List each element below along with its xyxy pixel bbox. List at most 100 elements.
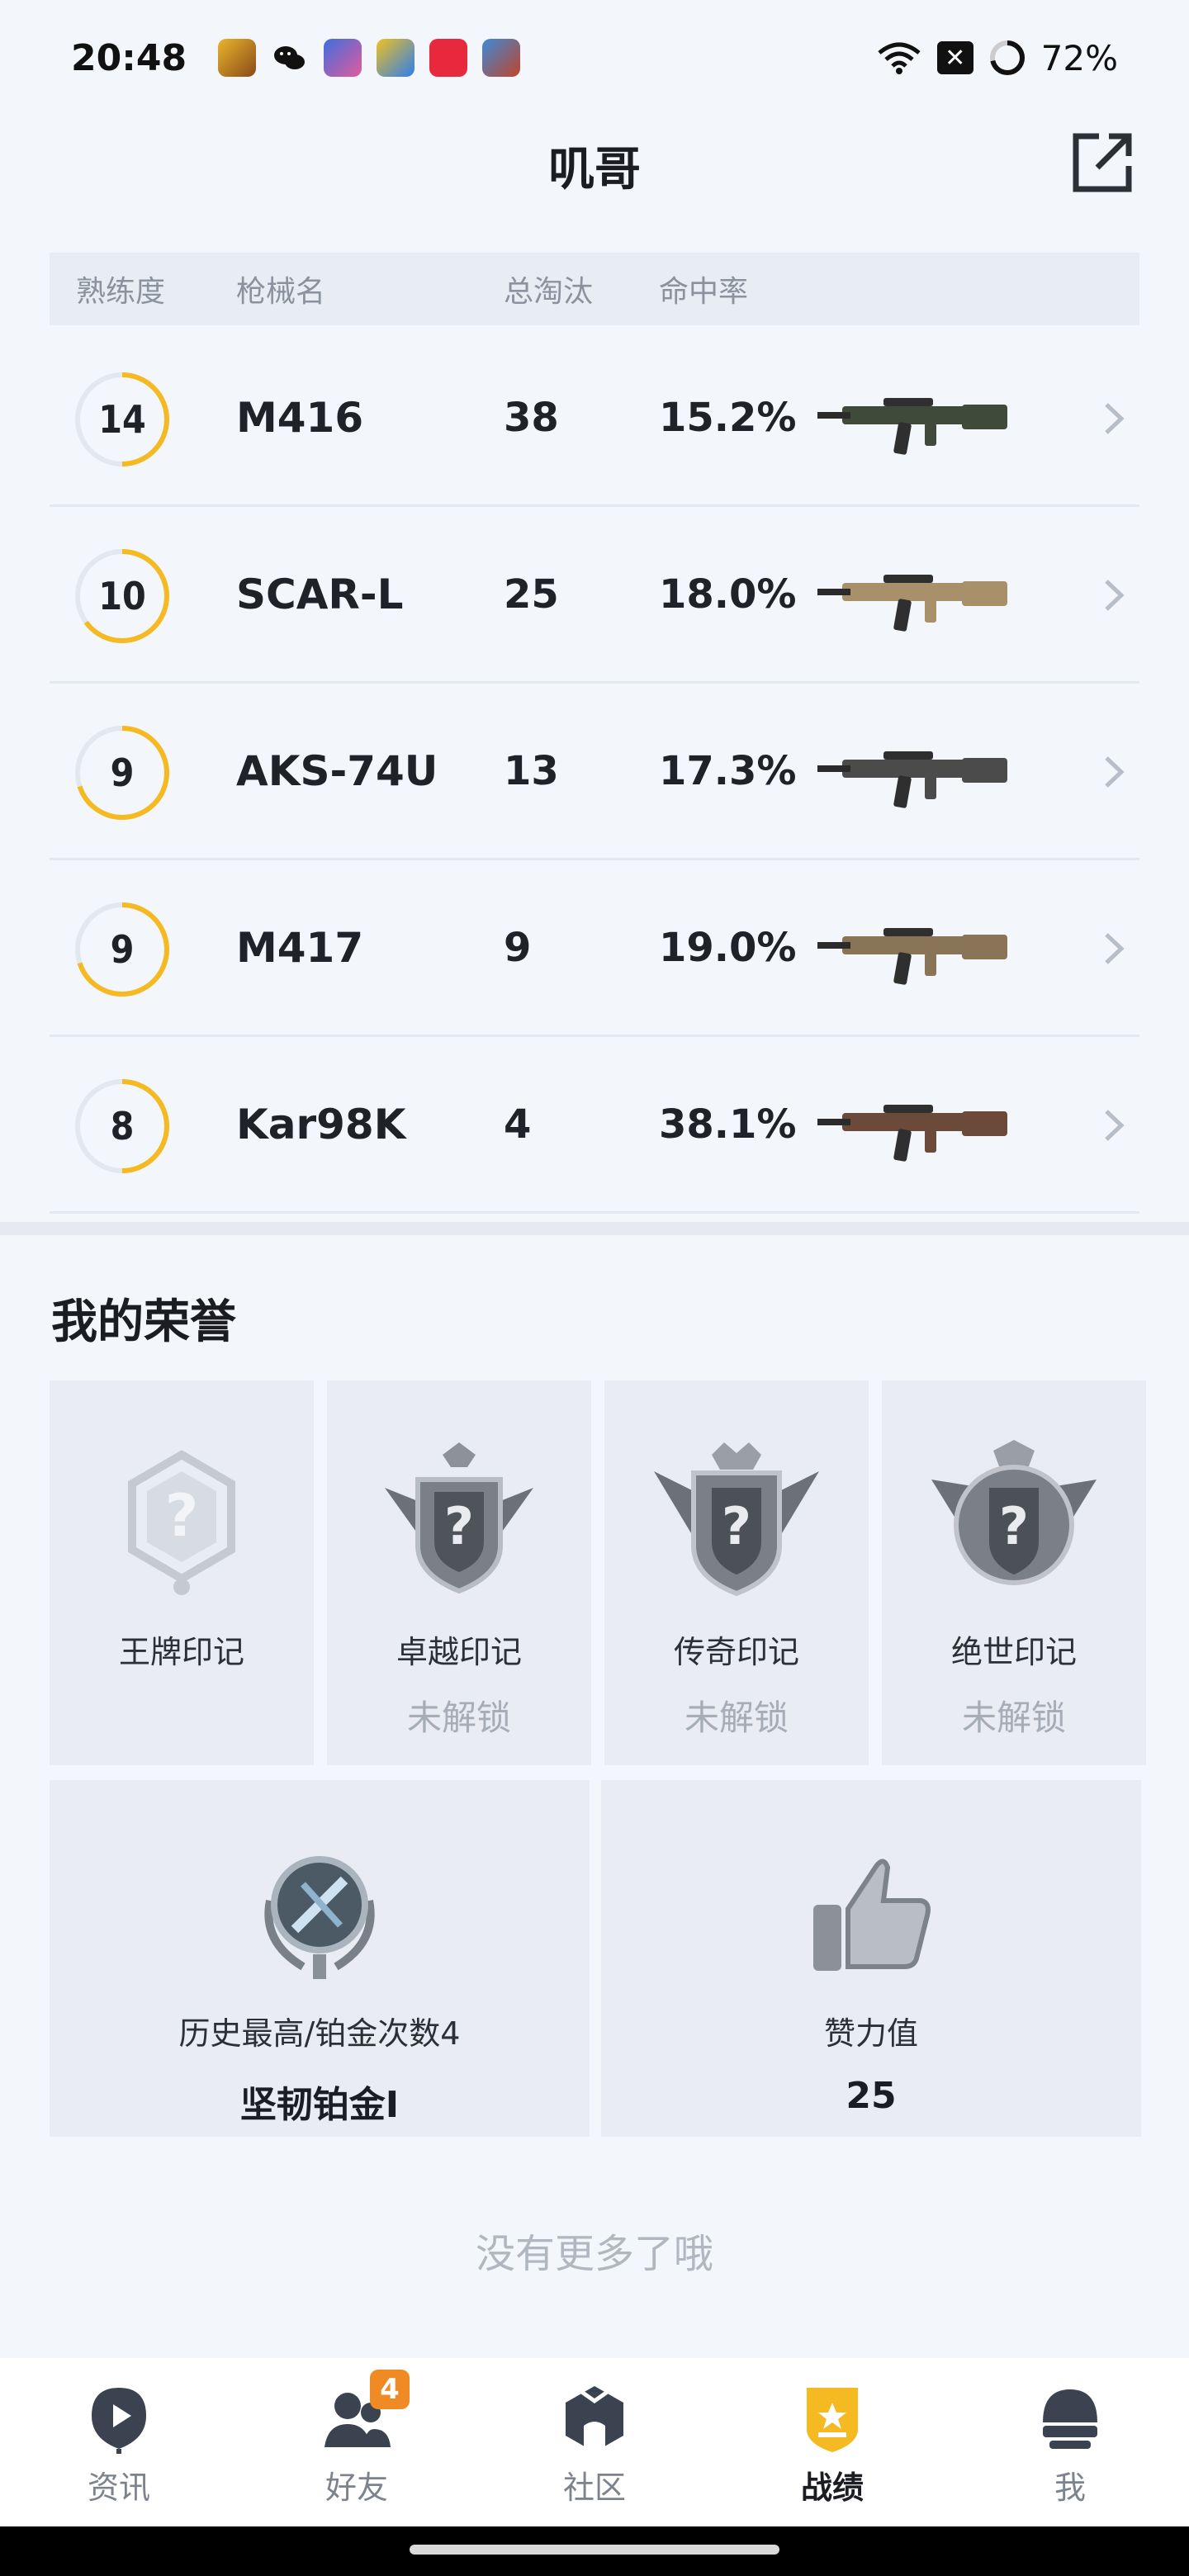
- svg-text:?: ?: [165, 1482, 199, 1550]
- weapon-name: Kar98K: [236, 1100, 406, 1148]
- seal-card-ace[interactable]: ? 王牌印记: [50, 1380, 314, 1765]
- supreme-seal-icon: ?: [931, 1440, 1097, 1585]
- nav-label: 战绩: [800, 2469, 864, 2506]
- weapon-name: AKS-74U: [236, 746, 438, 795]
- profile-helmet-icon: [1043, 2389, 1097, 2449]
- status-right: ✕ 72%: [876, 38, 1118, 78]
- share-button[interactable]: [1067, 127, 1138, 198]
- chevron-right-icon: [1105, 756, 1125, 788]
- music-app-icon: [429, 39, 468, 77]
- game-app-icon-2: [324, 39, 362, 77]
- chevron-right-icon: [1105, 580, 1125, 611]
- stats-icon: [807, 2388, 858, 2452]
- weapon-name: SCAR-L: [236, 570, 404, 618]
- weapon-accuracy: 17.3%: [659, 747, 797, 794]
- likes-value: 25: [846, 2075, 897, 2117]
- seal-card-excellence[interactable]: ? 卓越印记 未解锁: [327, 1380, 591, 1765]
- likes-card[interactable]: 赞力值 25: [601, 1780, 1141, 2137]
- rank-card[interactable]: 历史最高/铂金次数4 坚韧铂金I: [50, 1780, 590, 2137]
- weapon-image: [817, 398, 1007, 455]
- nav-label: 社区: [562, 2469, 626, 2506]
- weapon-row[interactable]: 14 M416 38 15.2%: [50, 330, 1139, 507]
- notification-icons: [218, 39, 521, 77]
- legend-seal-icon: ?: [654, 1442, 819, 1597]
- excellence-seal-icon: ?: [385, 1442, 533, 1594]
- weapon-accuracy: 38.1%: [659, 1101, 797, 1148]
- section-divider: [0, 1222, 1189, 1235]
- rank-label: 历史最高/铂金次数4: [178, 2015, 461, 2052]
- community-icon: [566, 2386, 623, 2452]
- nav-item-profile[interactable]: 我: [951, 2358, 1189, 2526]
- proficiency-level: 14: [98, 397, 146, 442]
- weapon-accuracy: 19.0%: [659, 924, 797, 971]
- nav-item-friends[interactable]: 4 好友: [238, 2358, 476, 2526]
- svg-text:?: ?: [722, 1496, 751, 1556]
- weapon-kills: 38: [504, 394, 559, 441]
- platinum-rank-icon: [264, 1856, 375, 1979]
- seal-status: 未解锁: [684, 1698, 789, 1738]
- weapon-kills: 4: [504, 1101, 532, 1148]
- weapon-image: [817, 928, 1007, 985]
- ace-seal-icon: ?: [128, 1450, 235, 1595]
- status-bar: 20:48 ✕ 72%: [0, 0, 1189, 116]
- proficiency-level: 10: [98, 574, 146, 618]
- seal-card-supreme[interactable]: ? 绝世印记 未解锁: [882, 1380, 1146, 1765]
- nav-item-news[interactable]: 资讯: [0, 2358, 238, 2526]
- honor-title: 我的荣誉: [51, 1295, 236, 1349]
- nav-item-community[interactable]: 社区: [476, 2358, 713, 2526]
- game-app-icon: [218, 39, 257, 77]
- chevron-right-icon: [1105, 1110, 1125, 1141]
- star-app-icon: [377, 39, 415, 77]
- seal-name: 卓越印记: [396, 1634, 522, 1670]
- rank-value: 坚韧铂金I: [239, 2084, 400, 2126]
- share-export-icon: [1073, 133, 1132, 192]
- bottom-nav: 资讯 4 好友 社区 战绩 我: [0, 2358, 1189, 2526]
- news-icon: [92, 2388, 146, 2454]
- nav-label: 好友: [324, 2469, 388, 2506]
- thumbs-up-icon: [813, 1859, 931, 1971]
- friends-badge: 4: [370, 2370, 410, 2409]
- nav-item-stats[interactable]: 战绩: [713, 2358, 951, 2526]
- svg-text:?: ?: [444, 1496, 474, 1556]
- game-app-icon-3: [482, 39, 521, 77]
- system-nav-bar: [0, 2526, 1189, 2576]
- column-kills: 总淘汰: [504, 275, 594, 309]
- wechat-icon: [274, 46, 306, 69]
- svg-text:?: ?: [999, 1496, 1029, 1556]
- weapon-image: [817, 751, 1007, 808]
- weapon-kills: 13: [504, 747, 559, 794]
- weapon-name: M416: [236, 393, 364, 442]
- weapon-row[interactable]: 10 SCAR-L 25 18.0%: [50, 507, 1139, 684]
- seal-name: 绝世印记: [950, 1634, 1077, 1670]
- column-accuracy: 命中率: [659, 275, 749, 309]
- seal-name: 王牌印记: [118, 1634, 244, 1670]
- wifi-icon: [878, 42, 921, 74]
- page-header: 叽哥: [0, 116, 1189, 215]
- likes-label: 赞力值: [823, 2015, 918, 2052]
- chevron-right-icon: [1105, 403, 1125, 434]
- seal-card-legend[interactable]: ? 传奇印记 未解锁: [604, 1380, 869, 1765]
- weapon-kills: 25: [504, 571, 559, 618]
- home-indicator[interactable]: [410, 2545, 779, 2555]
- seal-status: 未解锁: [406, 1698, 511, 1738]
- weapon-row[interactable]: 8 Kar98K 4 38.1%: [50, 1037, 1139, 1214]
- weapon-image: [817, 575, 1007, 632]
- battery-percent: 72%: [1040, 37, 1118, 78]
- close-box-icon: ✕: [936, 41, 973, 74]
- column-weapon-name: 枪械名: [236, 275, 326, 309]
- weapon-name: M417: [236, 923, 364, 972]
- seal-name: 传奇印记: [673, 1634, 799, 1670]
- proficiency-level: 8: [110, 1104, 135, 1148]
- weapon-table-header: 熟练度 枪械名 总淘汰 命中率: [50, 253, 1139, 325]
- weapon-kills: 9: [504, 924, 532, 971]
- nav-label: 我: [1054, 2469, 1086, 2506]
- page-title: 叽哥: [548, 142, 641, 197]
- status-time: 20:48: [71, 36, 187, 79]
- chevron-right-icon: [1105, 933, 1125, 964]
- weapon-image: [817, 1105, 1007, 1162]
- column-proficiency: 熟练度: [76, 275, 166, 309]
- seal-status: 未解锁: [961, 1698, 1066, 1738]
- weapon-row[interactable]: 9 AKS-74U 13 17.3%: [50, 684, 1139, 860]
- nav-label: 资讯: [87, 2469, 150, 2506]
- weapon-row[interactable]: 9 M417 9 19.0%: [50, 860, 1139, 1037]
